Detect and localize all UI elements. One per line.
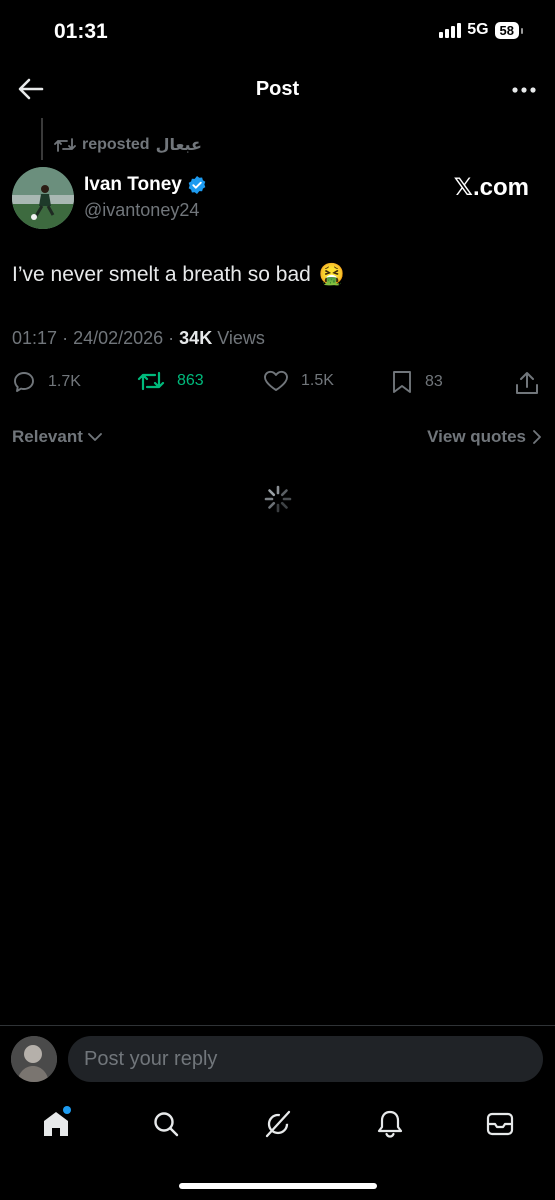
more-options-button[interactable] [509, 76, 539, 104]
verified-badge-icon [188, 176, 206, 194]
repost-action[interactable]: 863 [137, 370, 204, 392]
repost-context[interactable]: reposted عبعال [54, 135, 202, 155]
loading-spinner-icon [264, 485, 292, 513]
bookmark-icon [393, 371, 411, 393]
repost-icon [137, 371, 165, 391]
views-label: Views [217, 328, 265, 348]
views-count[interactable]: 34K [179, 328, 212, 348]
battery-icon: 58 [494, 21, 524, 39]
post-screen: 01:31 5G 58 Post reposted عبعال Ivan Ton… [0, 0, 555, 1200]
reply-icon [14, 372, 34, 392]
notification-dot [63, 1106, 71, 1114]
status-time: 01:31 [54, 20, 108, 43]
tab-grok[interactable] [260, 1106, 296, 1142]
like-action[interactable]: 1.5K [263, 370, 334, 392]
view-quotes-label: View quotes [427, 427, 526, 446]
reply-count: 1.7K [48, 373, 81, 390]
heart-icon [264, 370, 288, 391]
bookmark-count: 83 [425, 373, 443, 390]
repost-icon [54, 138, 76, 152]
author-avatar[interactable] [12, 167, 74, 229]
post-metadata: 01:17 · 24/02/2026 · 34K Views [12, 328, 265, 349]
tab-home[interactable] [38, 1106, 74, 1142]
more-dots-icon [512, 87, 536, 93]
post-actions: 1.7K 863 1.5K 83 [12, 370, 542, 398]
home-indicator[interactable] [179, 1183, 377, 1189]
grok-icon [265, 1110, 291, 1138]
user-avatar[interactable] [11, 1036, 57, 1082]
share-icon [516, 372, 538, 394]
author-name[interactable]: Ivan Toney [84, 174, 207, 196]
post-header: Post [0, 70, 555, 110]
replies-sort-row: Relevant View quotes [12, 427, 542, 451]
chevron-down-icon [87, 433, 102, 441]
avatar-photo [12, 167, 74, 229]
vomiting-face-emoji: 🤮 [318, 263, 345, 286]
repost-label: reposted [82, 136, 150, 153]
cellular-signal-icon [439, 22, 462, 38]
thread-line [41, 118, 43, 160]
user-avatar-photo [11, 1036, 57, 1082]
tab-messages[interactable] [482, 1106, 518, 1142]
post-text-content: I’ve never smelt a breath so bad [12, 263, 311, 286]
bottom-tab-bar [0, 1100, 555, 1150]
relevant-label: Relevant [12, 427, 83, 446]
share-action[interactable] [514, 370, 540, 396]
post-time: 01:17 [12, 328, 58, 348]
like-count: 1.5K [301, 372, 334, 389]
author-handle[interactable]: @ivantoney24 [84, 200, 199, 221]
meta-separator: · [168, 328, 180, 348]
mail-icon [486, 1112, 514, 1136]
status-bar: 01:31 5G 58 [0, 0, 555, 64]
tab-notifications[interactable] [372, 1106, 408, 1142]
relevant-sort-dropdown[interactable]: Relevant [12, 427, 103, 447]
meta-separator: · [62, 328, 74, 348]
bell-icon [377, 1110, 403, 1138]
network-type: 5G [467, 21, 489, 38]
search-icon [154, 1112, 179, 1137]
post-date: 24/02/2026 [73, 328, 164, 348]
chevron-right-icon [533, 430, 541, 444]
tab-search[interactable] [148, 1106, 184, 1142]
page-title: Post [255, 78, 300, 100]
reply-divider [0, 1025, 555, 1026]
bookmark-action[interactable]: 83 [391, 370, 443, 394]
author-name-text: Ivan Toney [84, 174, 182, 195]
repost-count: 863 [177, 372, 204, 389]
x-com-logo: 𝕏.com [453, 174, 529, 201]
view-quotes-link[interactable]: View quotes [427, 427, 542, 447]
post-text: I’ve never smelt a breath so bad 🤮 [12, 263, 345, 287]
status-indicators: 5G 58 [439, 21, 524, 39]
reply-action[interactable]: 1.7K [12, 370, 81, 394]
reply-input[interactable] [68, 1036, 543, 1082]
reposter-name: عبعال [155, 137, 202, 154]
